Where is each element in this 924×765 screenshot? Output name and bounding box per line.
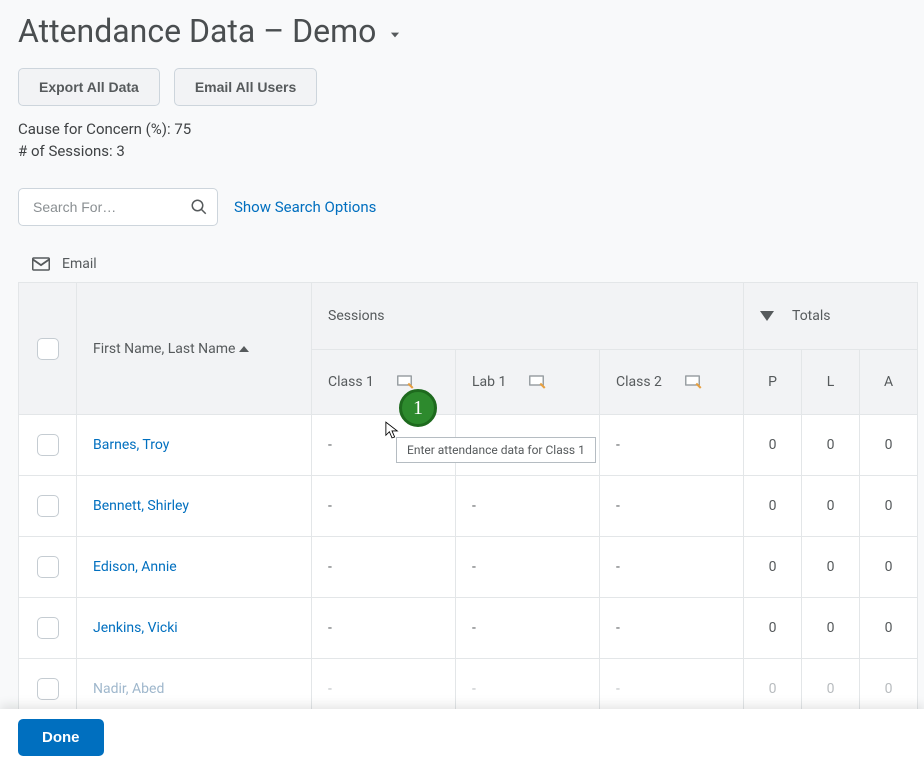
- total-cell: 0: [827, 437, 835, 453]
- cause-for-concern-label: Cause for Concern (%): 75: [18, 120, 906, 138]
- session-col-label: Class 1: [328, 374, 374, 390]
- email-action[interactable]: Email: [18, 256, 906, 272]
- search-input[interactable]: [18, 188, 218, 226]
- tooltip: Enter attendance data for Class 1: [396, 437, 596, 463]
- session-column-header[interactable]: Lab 1: [456, 350, 600, 415]
- table-row: Bennett, Shirley - - - 0 0 0: [19, 476, 918, 537]
- show-search-options-link[interactable]: Show Search Options: [234, 198, 376, 216]
- session-cell: -: [328, 498, 332, 514]
- total-cell: 0: [769, 498, 777, 514]
- sessions-count-label: # of Sessions: 3: [18, 142, 906, 160]
- enter-data-icon[interactable]: [397, 375, 415, 389]
- user-name-link[interactable]: Jenkins, Vicki: [93, 620, 178, 636]
- totals-column-header: A: [860, 350, 918, 415]
- session-cell: -: [616, 498, 620, 514]
- name-header-label: First Name, Last Name: [93, 341, 235, 357]
- enter-data-icon[interactable]: [529, 375, 547, 389]
- enter-data-icon[interactable]: [685, 375, 703, 389]
- total-cell: 0: [827, 681, 835, 697]
- session-cell: -: [616, 437, 620, 453]
- total-cell: 0: [885, 620, 893, 636]
- total-cell: 0: [885, 681, 893, 697]
- session-cell: -: [328, 681, 332, 697]
- session-cell: -: [328, 559, 332, 575]
- totals-group-header: Totals: [744, 283, 918, 350]
- session-col-label: Lab 1: [472, 374, 506, 390]
- session-cell: -: [328, 437, 332, 453]
- session-cell: -: [472, 498, 476, 514]
- select-all-header: [19, 283, 77, 415]
- total-cell: 0: [769, 620, 777, 636]
- table-row: Edison, Annie - - - 0 0 0: [19, 537, 918, 598]
- select-all-checkbox[interactable]: [37, 338, 59, 360]
- sort-asc-icon: [239, 344, 249, 354]
- session-cell: -: [472, 681, 476, 697]
- email-icon: [32, 257, 50, 271]
- session-cell: -: [472, 559, 476, 575]
- total-cell: 0: [885, 437, 893, 453]
- total-cell: 0: [885, 559, 893, 575]
- user-name-link[interactable]: Bennett, Shirley: [93, 498, 189, 514]
- user-name-link[interactable]: Edison, Annie: [93, 559, 177, 575]
- user-name-link[interactable]: Barnes, Troy: [93, 437, 169, 453]
- email-all-button[interactable]: Email All Users: [174, 68, 317, 106]
- page-title: Attendance Data – Demo: [18, 12, 376, 50]
- totals-column-header: P: [744, 350, 802, 415]
- total-cell: 0: [769, 437, 777, 453]
- table-row: Jenkins, Vicki - - - 0 0 0: [19, 598, 918, 659]
- total-cell: 0: [827, 620, 835, 636]
- attendance-table: First Name, Last Name Sessions Totals Cl…: [18, 282, 918, 720]
- session-cell: -: [472, 620, 476, 636]
- session-cell: -: [616, 559, 620, 575]
- row-checkbox[interactable]: [37, 556, 59, 578]
- email-label: Email: [62, 256, 97, 272]
- session-col-label: Class 2: [616, 374, 662, 390]
- session-cell: -: [328, 620, 332, 636]
- sessions-group-header: Sessions: [312, 283, 744, 350]
- row-checkbox[interactable]: [37, 434, 59, 456]
- export-all-button[interactable]: Export All Data: [18, 68, 160, 106]
- name-column-header[interactable]: First Name, Last Name: [77, 283, 312, 415]
- session-cell: -: [616, 620, 620, 636]
- sort-desc-icon: [760, 311, 774, 321]
- session-cell: -: [616, 681, 620, 697]
- chevron-down-icon[interactable]: [388, 28, 402, 42]
- session-column-header[interactable]: Class 2: [600, 350, 744, 415]
- callout-badge-1: 1: [399, 389, 437, 427]
- done-button[interactable]: Done: [18, 719, 104, 756]
- total-cell: 0: [769, 681, 777, 697]
- totals-column-header: L: [802, 350, 860, 415]
- row-checkbox[interactable]: [37, 495, 59, 517]
- user-name-link[interactable]: Nadir, Abed: [93, 681, 164, 697]
- total-cell: 0: [885, 498, 893, 514]
- total-cell: 0: [827, 498, 835, 514]
- total-cell: 0: [769, 559, 777, 575]
- total-cell: 0: [827, 559, 835, 575]
- row-checkbox[interactable]: [37, 678, 59, 700]
- row-checkbox[interactable]: [37, 617, 59, 639]
